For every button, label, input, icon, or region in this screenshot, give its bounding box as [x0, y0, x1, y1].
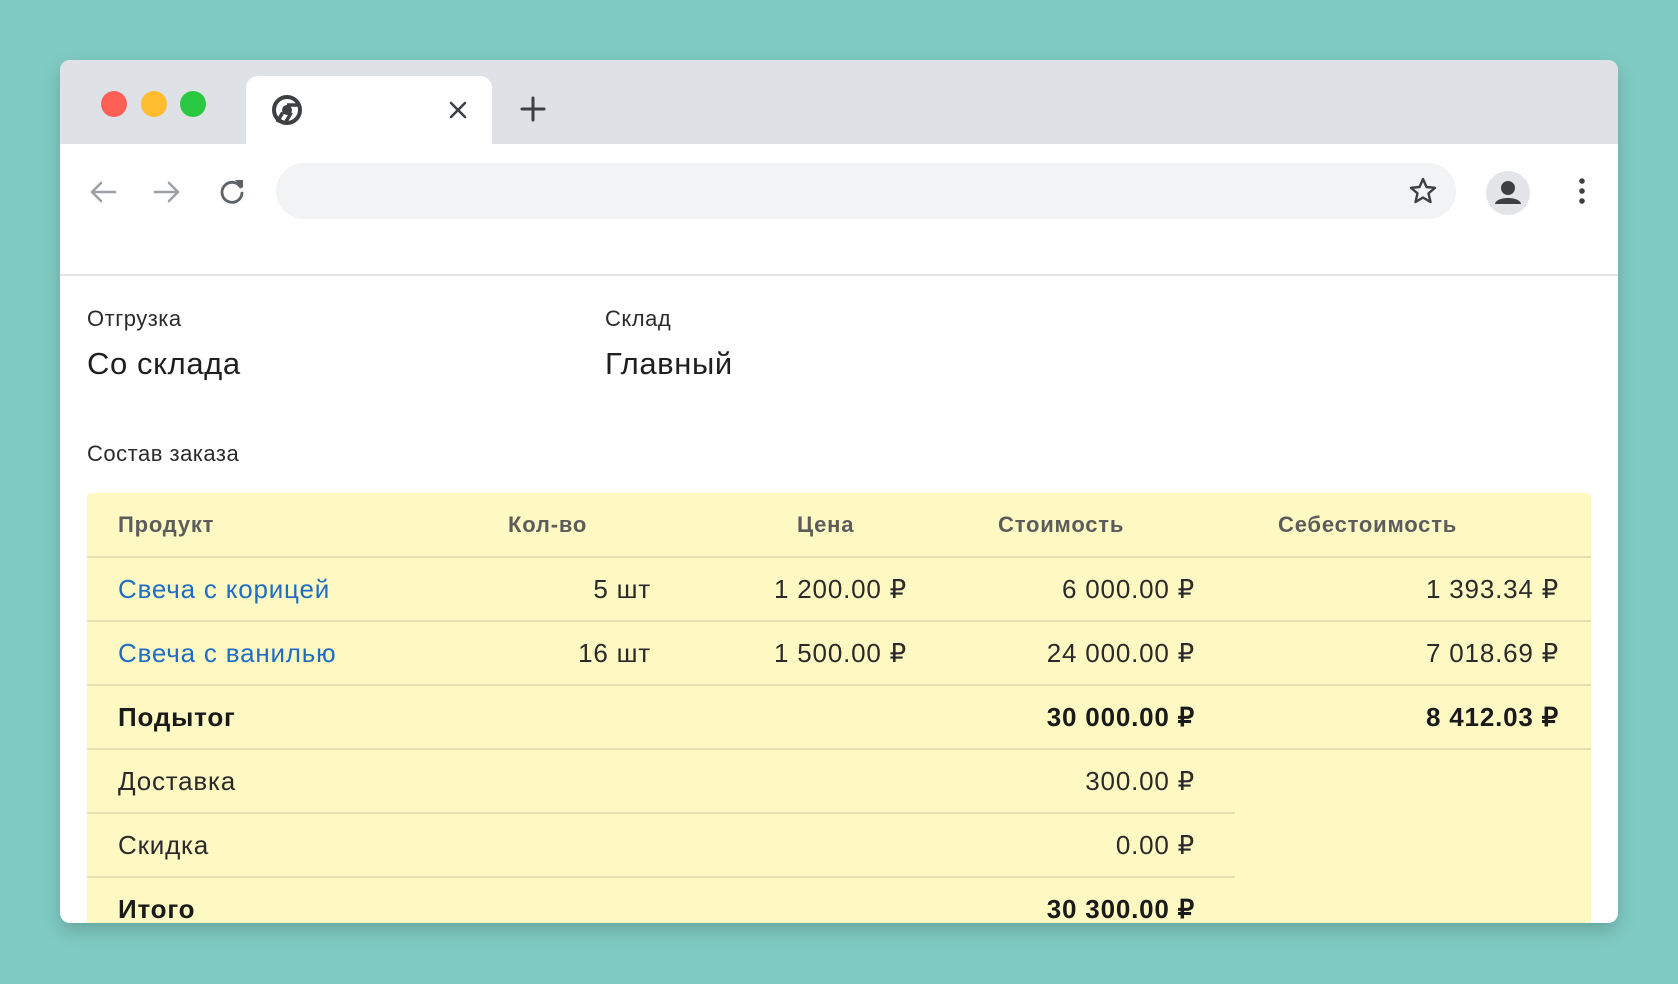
table-row: Свеча с корицей 5 шт 1 200.00 ₽ 6 000.00… — [87, 557, 1591, 621]
price-cell: 1 500.00 ₽ — [774, 638, 907, 668]
subtotal-row: Подытог 30 000.00 ₽ 8 412.03 ₽ — [87, 685, 1591, 749]
warehouse-value: Главный — [605, 346, 733, 381]
delivery-label: Доставка — [118, 766, 237, 796]
discount-row: Скидка 0.00 ₽ — [87, 813, 1591, 877]
browser-titlebar — [60, 60, 1618, 146]
price-cell: 1 200.00 ₽ — [774, 574, 907, 604]
order-table: Продукт Кол-во Цена Стоимость Себестоимо… — [87, 493, 1591, 923]
shipment-value: Со склада — [87, 346, 241, 381]
window-close-dot[interactable] — [101, 91, 127, 117]
qty-cell: 16 шт — [578, 638, 651, 668]
column-header-qty: Кол-во — [508, 512, 588, 537]
browser-window: Отгрузка Со склада Склад Главный Состав … — [60, 60, 1618, 923]
column-header-price: Цена — [797, 512, 855, 537]
bookmark-star-icon[interactable] — [1405, 173, 1441, 209]
table-row: Свеча с ванилью 16 шт 1 500.00 ₽ 24 000.… — [87, 621, 1591, 685]
column-header-amount: Стоимость — [998, 512, 1125, 537]
profile-avatar-icon[interactable] — [1486, 171, 1530, 215]
subtotal-cost: 8 412.03 ₽ — [1426, 702, 1559, 732]
shipment-label: Отгрузка — [87, 306, 182, 331]
reload-icon[interactable] — [214, 174, 250, 210]
shipment-field: Отгрузка Со склада — [87, 306, 241, 382]
window-minimize-dot[interactable] — [141, 91, 167, 117]
chrome-logo-icon — [271, 94, 303, 126]
back-arrow-icon[interactable] — [85, 174, 121, 210]
product-link[interactable]: Свеча с ванилью — [118, 621, 336, 685]
address-bar[interactable] — [276, 163, 1456, 219]
cost-cell: 1 393.34 ₽ — [1426, 574, 1559, 604]
total-row: Итого 30 300.00 ₽ — [87, 877, 1591, 923]
delivery-amount: 300.00 ₽ — [1085, 766, 1195, 796]
table-header-row: Продукт Кол-во Цена Стоимость Себестоимо… — [87, 493, 1591, 557]
new-tab-plus-icon[interactable] — [515, 91, 551, 127]
warehouse-field: Склад Главный — [605, 306, 733, 382]
amount-cell: 6 000.00 ₽ — [1062, 574, 1195, 604]
product-link[interactable]: Свеча с корицей — [118, 557, 330, 621]
total-label: Итого — [118, 894, 196, 923]
amount-cell: 24 000.00 ₽ — [1046, 638, 1195, 668]
qty-cell: 5 шт — [593, 574, 651, 604]
delivery-row: Доставка 300.00 ₽ — [87, 749, 1591, 813]
warehouse-label: Склад — [605, 306, 672, 331]
cost-cell: 7 018.69 ₽ — [1426, 638, 1559, 668]
discount-amount: 0.00 ₽ — [1115, 830, 1195, 860]
window-maximize-dot[interactable] — [180, 91, 206, 117]
column-header-product: Продукт — [118, 512, 215, 537]
discount-label: Скидка — [118, 830, 210, 860]
subtotal-amount: 30 000.00 ₽ — [1046, 702, 1195, 732]
browser-toolbar — [60, 144, 1618, 276]
order-section-title: Состав заказа — [87, 441, 240, 466]
kebab-menu-icon[interactable] — [1570, 173, 1594, 209]
total-amount: 30 300.00 ₽ — [1046, 894, 1195, 923]
column-header-cost: Себестоимость — [1278, 512, 1458, 537]
tab-close-icon[interactable] — [442, 94, 474, 126]
browser-tab[interactable] — [246, 76, 492, 146]
forward-arrow-icon[interactable] — [149, 174, 185, 210]
subtotal-label: Подытог — [118, 702, 236, 732]
